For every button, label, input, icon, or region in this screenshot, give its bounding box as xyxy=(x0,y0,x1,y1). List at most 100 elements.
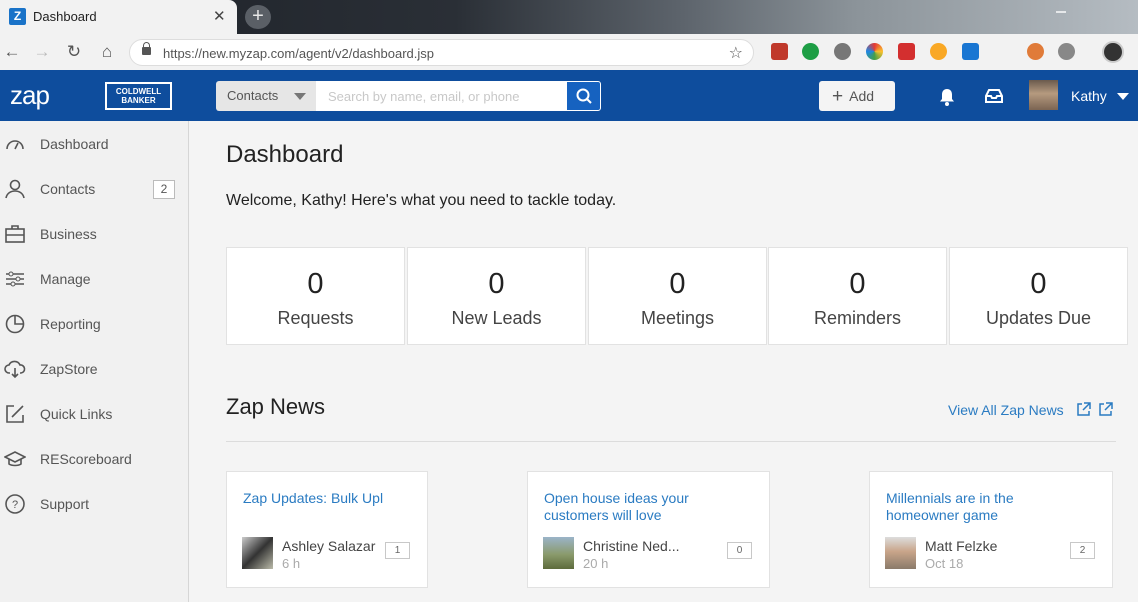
stat-card-reminders[interactable]: 0 Reminders xyxy=(768,247,947,345)
stat-value: 0 xyxy=(849,268,866,300)
extension-red-icon[interactable] xyxy=(898,43,915,60)
stat-value: 0 xyxy=(488,268,505,300)
inbox-icon[interactable] xyxy=(983,87,1005,105)
external-link-icon[interactable] xyxy=(1098,402,1113,417)
sidebar-item-manage[interactable]: Manage xyxy=(0,256,188,301)
search-button[interactable] xyxy=(566,81,601,111)
zap-favicon-icon: Z xyxy=(9,8,26,25)
chrome-profile-avatar[interactable] xyxy=(1102,41,1124,63)
news-section-title: Zap News xyxy=(226,394,326,419)
sidebar-item-quick-links[interactable]: Quick Links xyxy=(0,391,188,436)
sidebar-item-business[interactable]: Business xyxy=(0,211,188,256)
sidebar-item-label: Support xyxy=(40,496,90,512)
comment-count-icon[interactable]: 2 xyxy=(1070,542,1095,559)
bell-icon[interactable] xyxy=(936,87,958,107)
extension-orange-icon[interactable] xyxy=(1027,43,1044,60)
news-title-link[interactable]: Zap Updates: Bulk Upl xyxy=(243,490,393,507)
news-card[interactable]: Open house ideas your customers will lov… xyxy=(527,471,770,588)
extension-w-icon[interactable] xyxy=(1058,43,1075,60)
author-avatar xyxy=(543,537,574,569)
bookmark-star-icon[interactable]: ☆ xyxy=(729,43,743,63)
sidebar-item-label: ZapStore xyxy=(40,361,98,377)
extension-compass-icon[interactable] xyxy=(930,43,947,60)
chevron-down-icon xyxy=(294,93,306,100)
search-bar: Contacts xyxy=(216,81,601,111)
section-divider xyxy=(226,441,1116,442)
stat-label: New Leads xyxy=(451,308,542,328)
sidebar-item-rescoreboard[interactable]: REScoreboard xyxy=(0,436,188,481)
extension-green-icon[interactable] xyxy=(802,43,819,60)
stat-label: Requests xyxy=(277,308,354,328)
sidebar-item-zapstore[interactable]: ZapStore xyxy=(0,346,188,391)
stat-card-requests[interactable]: 0 Requests xyxy=(226,247,405,345)
stat-value: 0 xyxy=(669,268,686,300)
stat-card-updates-due[interactable]: 0 Updates Due xyxy=(949,247,1128,345)
forward-arrow-icon[interactable]: → xyxy=(31,42,53,62)
comment-count-icon[interactable]: 0 xyxy=(727,542,752,559)
external-link-icon[interactable] xyxy=(1076,402,1091,417)
news-time: 6 h xyxy=(282,556,301,571)
sidebar-item-support[interactable]: ? Support xyxy=(0,481,188,526)
comment-count-icon[interactable]: 1 xyxy=(385,542,410,559)
search-scope-select[interactable]: Contacts xyxy=(216,81,316,111)
sidebar-item-dashboard[interactable]: Dashboard xyxy=(0,121,188,166)
person-icon xyxy=(5,179,25,199)
help-icon: ? xyxy=(5,494,25,514)
extension-blue-icon[interactable] xyxy=(962,43,979,60)
new-tab-plus-icon[interactable]: + xyxy=(245,5,271,29)
sidebar-item-label: Business xyxy=(40,226,97,242)
browser-toolbar: ← → ↻ ⌂ https://new.myzap.com/agent/v2/d… xyxy=(0,34,1138,70)
sidebar-item-label: Quick Links xyxy=(40,406,113,422)
sidebar-item-label: Dashboard xyxy=(40,136,109,152)
plus-icon: + xyxy=(832,86,844,107)
window-controls[interactable] xyxy=(1040,0,1130,13)
home-icon[interactable]: ⌂ xyxy=(96,42,118,62)
news-author: Matt Felzke xyxy=(925,538,998,554)
main-content: Dashboard Welcome, Kathy! Here's what yo… xyxy=(190,121,1138,602)
briefcase-icon xyxy=(5,225,25,243)
extension-gear-icon[interactable] xyxy=(834,43,851,60)
welcome-message: Welcome, Kathy! Here's what you need to … xyxy=(226,192,617,209)
stat-label: Updates Due xyxy=(985,308,1092,328)
news-card[interactable]: Millennials are in the homeowner game Ma… xyxy=(869,471,1113,588)
extension-color-wheel-icon[interactable] xyxy=(866,43,883,60)
sliders-icon xyxy=(6,271,24,287)
url-text: https://new.myzap.com/agent/v2/dashboard… xyxy=(163,46,434,61)
lock-icon xyxy=(142,42,151,55)
user-menu-chevron-down-icon[interactable] xyxy=(1117,93,1129,100)
back-arrow-icon[interactable]: ← xyxy=(1,42,23,62)
stat-card-new-leads[interactable]: 0 New Leads xyxy=(407,247,586,345)
author-avatar xyxy=(885,537,916,569)
view-all-news-link[interactable]: View All Zap News xyxy=(948,402,1064,418)
sidebar-item-reporting[interactable]: Reporting xyxy=(0,301,188,346)
user-avatar[interactable] xyxy=(1029,80,1058,110)
user-name[interactable]: Kathy xyxy=(1071,88,1107,104)
pie-chart-icon xyxy=(5,314,25,334)
close-icon[interactable]: ✕ xyxy=(213,7,226,25)
zap-logo[interactable]: zap xyxy=(10,80,50,111)
stat-value: 0 xyxy=(307,268,324,300)
browser-tab[interactable]: Z Dashboard ✕ xyxy=(0,0,237,34)
news-card[interactable]: Zap Updates: Bulk Upl Ashley Salazar 6 h… xyxy=(226,471,428,588)
author-avatar xyxy=(242,537,273,569)
extension-ublock-icon[interactable] xyxy=(771,43,788,60)
add-button[interactable]: + Add xyxy=(819,81,895,111)
search-input[interactable] xyxy=(316,81,566,111)
browser-tab-strip: Z Dashboard ✕ + xyxy=(0,0,1138,34)
address-bar[interactable]: https://new.myzap.com/agent/v2/dashboard… xyxy=(129,39,754,66)
sidebar-item-label: Manage xyxy=(40,271,91,287)
news-time: Oct 18 xyxy=(925,556,964,571)
sidebar-item-label: Contacts xyxy=(40,181,96,197)
sidebar: Dashboard Contacts 2 Business Manage Rep… xyxy=(0,121,189,602)
news-title-link[interactable]: Millennials are in the homeowner game xyxy=(886,490,1014,524)
news-author: Christine Ned... xyxy=(583,538,680,554)
news-title-link[interactable]: Open house ideas your customers will lov… xyxy=(544,490,689,524)
stat-card-meetings[interactable]: 0 Meetings xyxy=(588,247,767,345)
stat-value: 0 xyxy=(1030,268,1047,300)
sidebar-item-label: Reporting xyxy=(40,316,101,332)
sidebar-item-label: REScoreboard xyxy=(40,451,132,467)
news-time: 20 h xyxy=(583,556,609,571)
stat-label: Reminders xyxy=(813,308,902,328)
reload-icon[interactable]: ↻ xyxy=(63,42,85,62)
graduation-cap-icon xyxy=(4,451,26,467)
